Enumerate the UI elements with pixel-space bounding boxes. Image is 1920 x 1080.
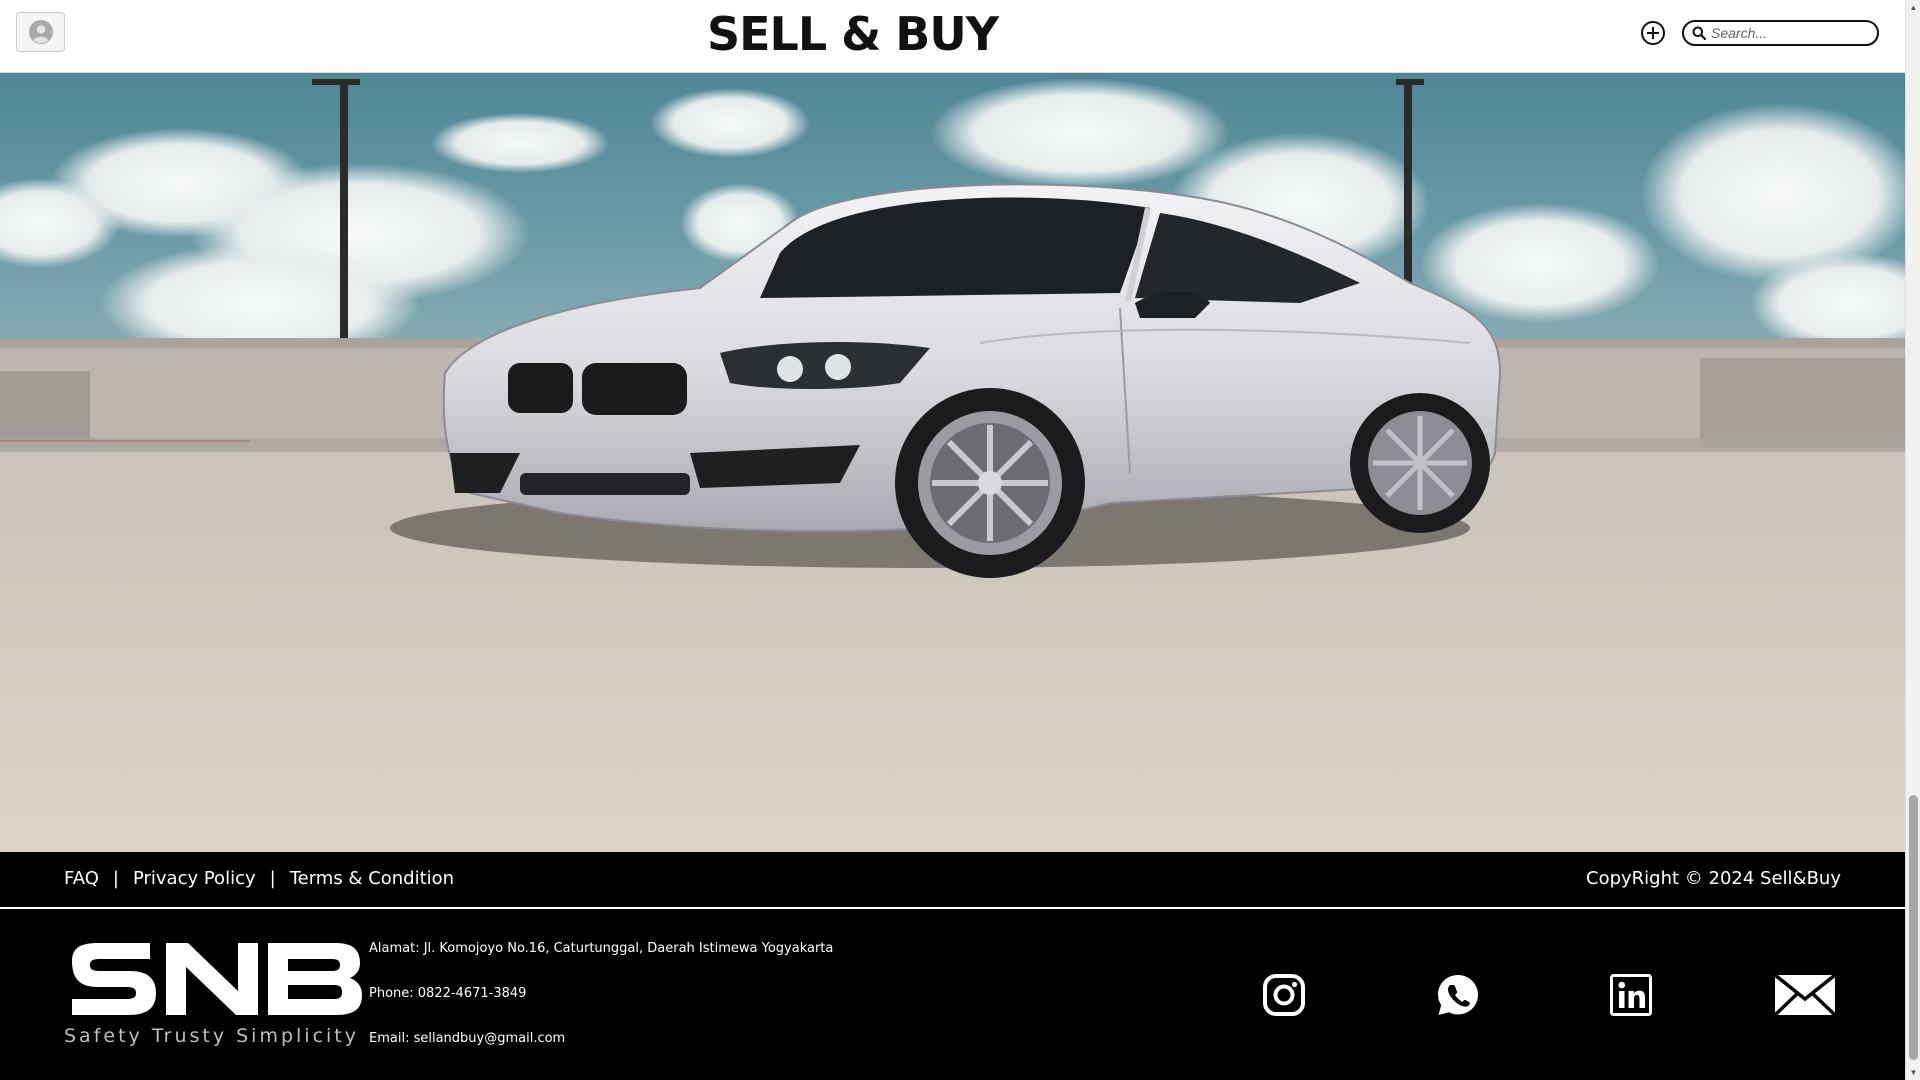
phone-text: Phone: 0822-4671-3849 (369, 986, 527, 1001)
linkedin-link[interactable] (1600, 973, 1662, 1017)
email-link[interactable] (1774, 973, 1836, 1017)
link-separator: | (269, 868, 276, 889)
address-text: Alamat: Jl. Komojoyo No.16, Caturtunggal… (369, 941, 834, 956)
hero-banner (0, 73, 1905, 852)
whatsapp-icon (1438, 975, 1478, 1015)
search-bar[interactable] (1682, 20, 1879, 46)
tagline: Safety Trusty Simplicity (64, 1025, 359, 1047)
top-navbar: SELL & BUY (0, 0, 1905, 73)
email-icon (1774, 974, 1836, 1016)
instagram-icon (1263, 974, 1305, 1016)
search-input[interactable] (1711, 25, 1871, 41)
footer-links-bar: FAQ | Privacy Policy | Terms & Condition… (0, 852, 1905, 909)
scroll-up-arrow-icon[interactable]: ▲ (1906, 0, 1920, 15)
footer-links: FAQ | Privacy Policy | Terms & Condition (64, 868, 454, 889)
add-listing-button[interactable] (1640, 20, 1666, 46)
scroll-down-arrow-icon[interactable]: ▼ (1906, 1065, 1920, 1080)
hero-car-image (0, 78, 1905, 852)
site-title: SELL & BUY (706, 7, 999, 61)
privacy-policy-link[interactable]: Privacy Policy (133, 868, 256, 889)
link-separator: | (112, 868, 119, 889)
terms-condition-link[interactable]: Terms & Condition (290, 868, 454, 889)
footer-info: Safety Trusty Simplicity Alamat: Jl. Kom… (0, 909, 1905, 1080)
faq-link[interactable]: FAQ (64, 868, 99, 889)
plus-circle-icon (1641, 21, 1665, 45)
search-icon (1692, 26, 1706, 40)
email-text: Email: sellandbuy@gmail.com (369, 1031, 566, 1046)
page-scrollbar[interactable]: ▲ ▼ (1905, 0, 1920, 1080)
linkedin-icon (1610, 974, 1652, 1016)
copyright-text: CopyRight © 2024 Sell&Buy (1586, 868, 1841, 889)
whatsapp-link[interactable] (1427, 973, 1489, 1017)
snb-logo (72, 943, 362, 1015)
instagram-link[interactable] (1253, 973, 1315, 1017)
scroll-thumb[interactable] (1909, 795, 1918, 1060)
